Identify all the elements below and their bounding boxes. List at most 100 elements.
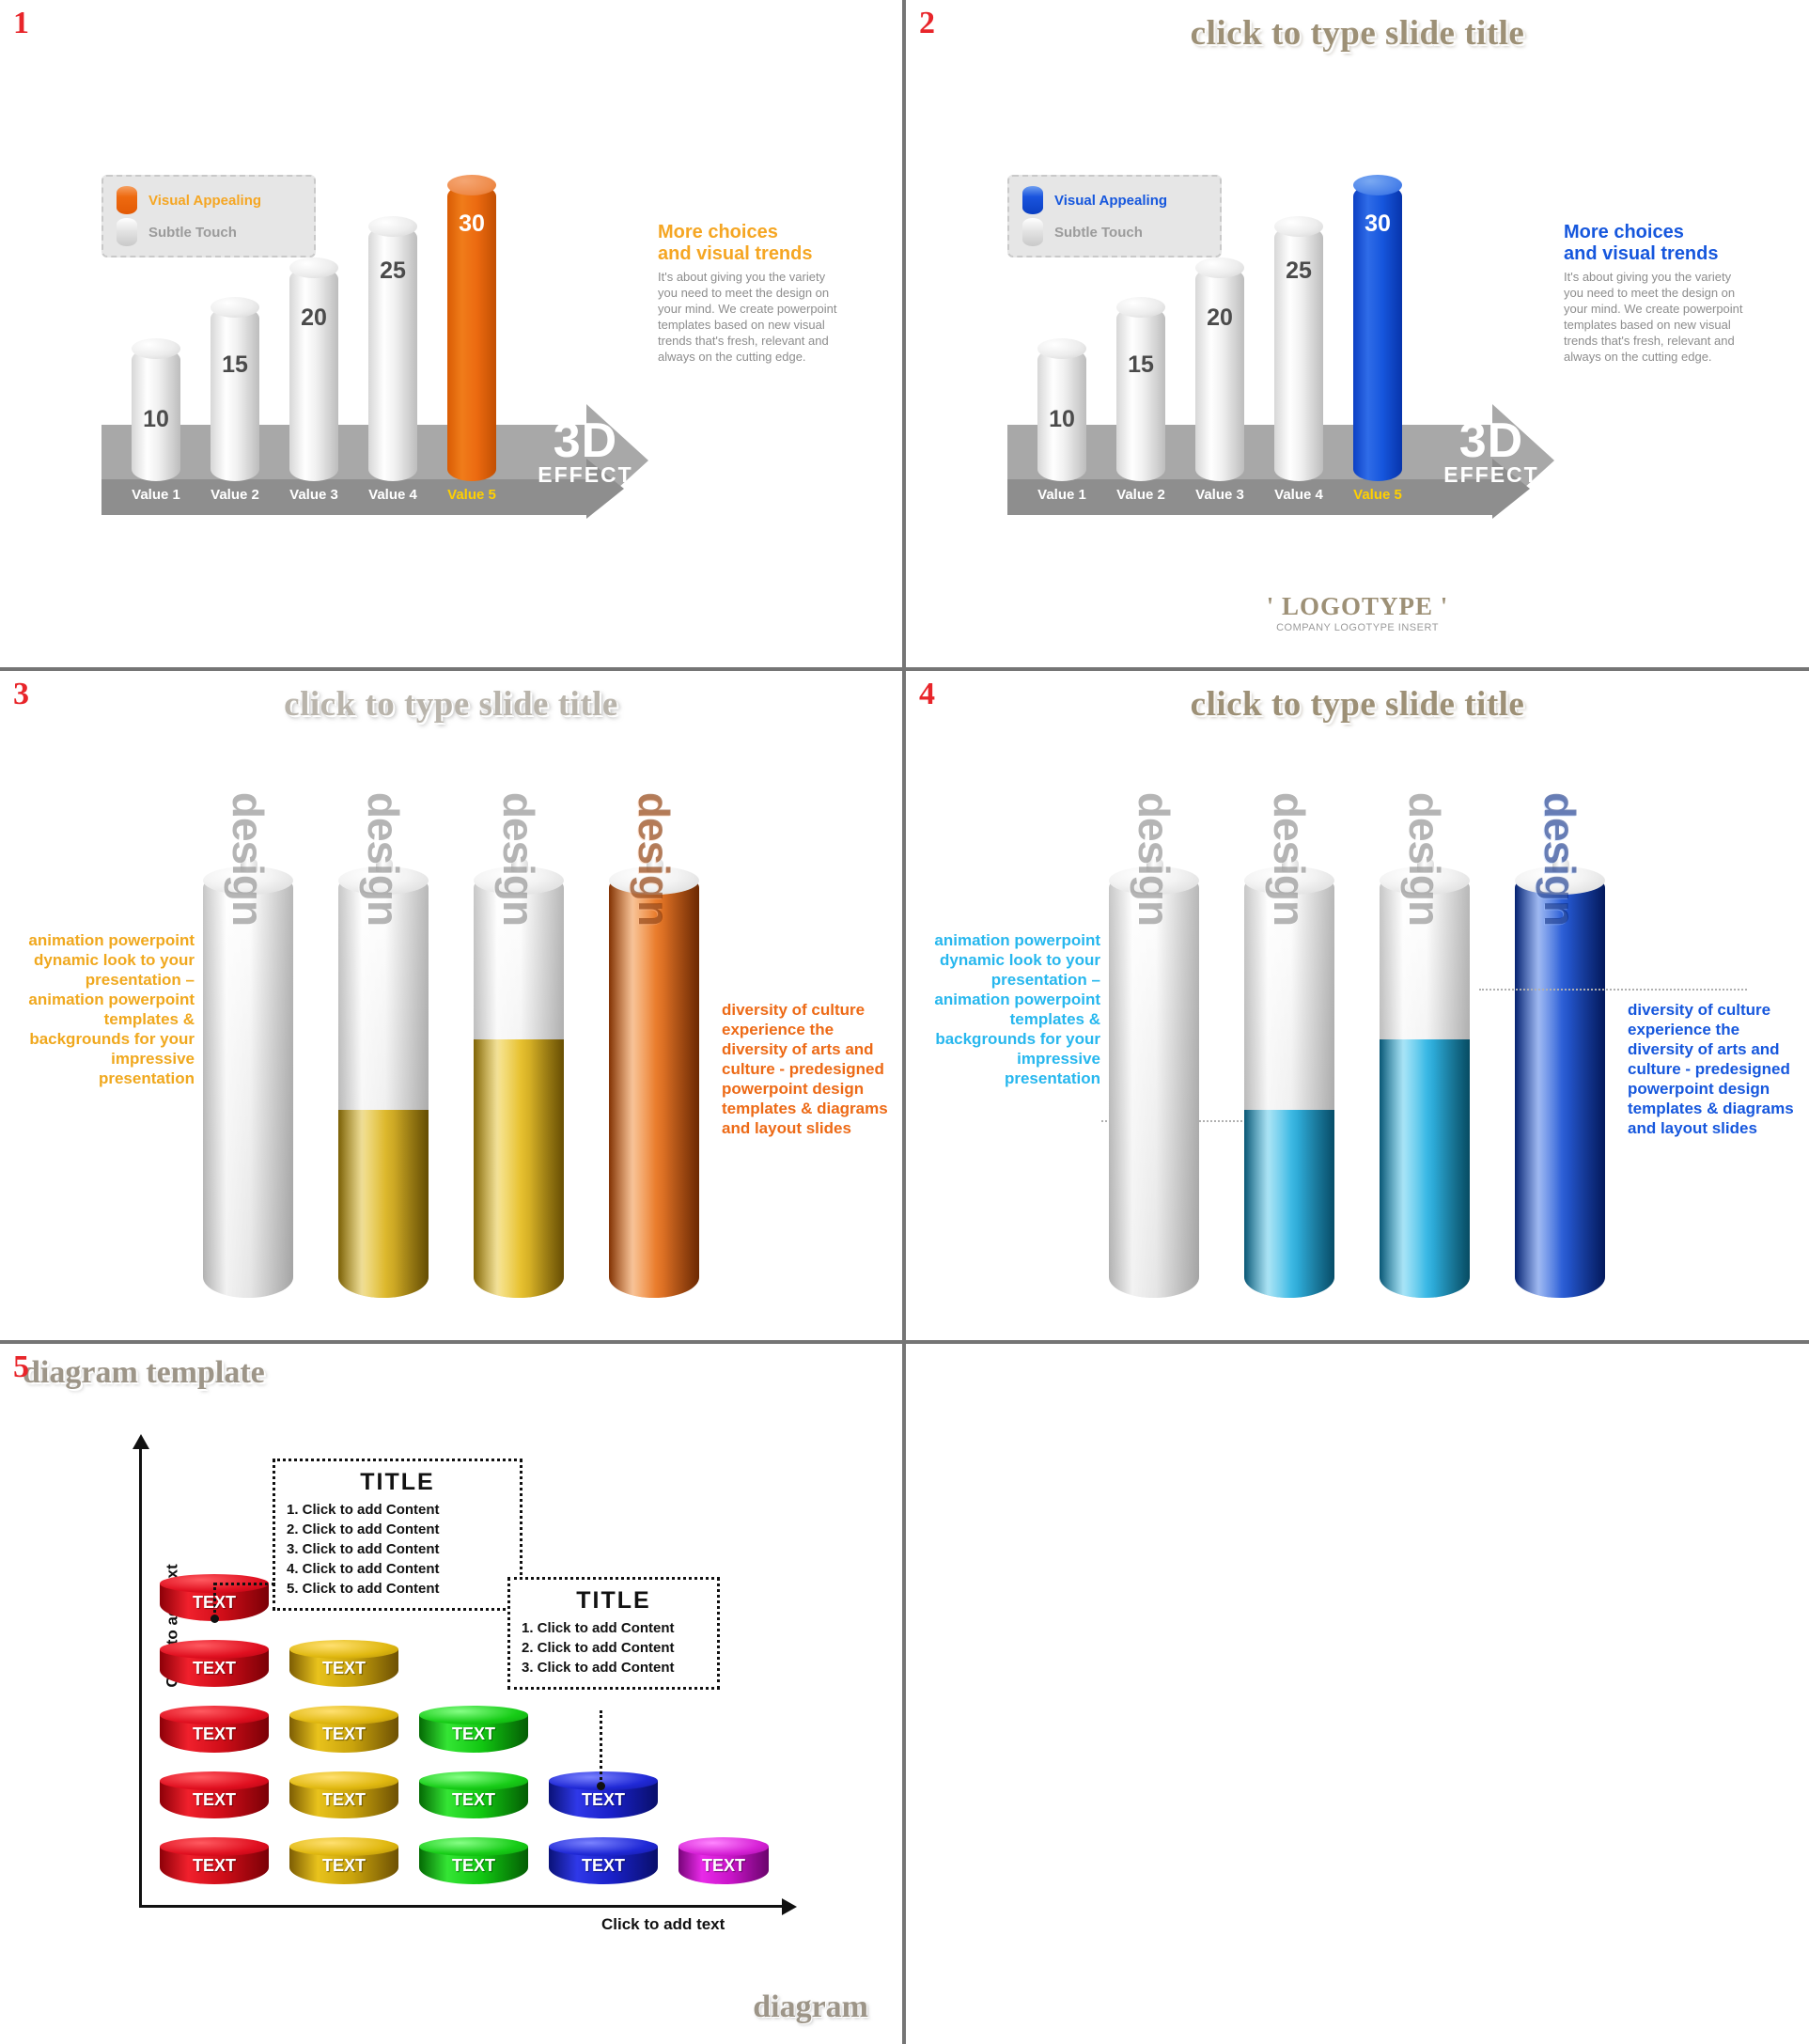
footer-word: diagram	[753, 1989, 868, 2024]
bar-value-2[interactable]: 15	[211, 297, 259, 481]
callout-item: 2. Click to add Content	[287, 1521, 440, 1537]
disc[interactable]: TEXT	[549, 1837, 658, 1892]
slide-grid: 讲师 讲师 讲师 讲师 讲师 讲师 讲师 讲师 1 Visual Appeali…	[0, 0, 1809, 2044]
y-axis-arrow-icon	[133, 1434, 149, 1449]
disc[interactable]: TEXT	[419, 1771, 528, 1826]
battery-body	[338, 881, 429, 1298]
disc[interactable]: TEXT	[419, 1706, 528, 1760]
disc-label: TEXT	[451, 1856, 495, 1875]
battery-label: design	[1536, 791, 1584, 927]
disc-top	[289, 1771, 398, 1790]
disc[interactable]: TEXT	[160, 1837, 269, 1892]
disc[interactable]: TEXT	[289, 1640, 398, 1694]
legend-row-appealing: Visual Appealing	[1022, 184, 1207, 216]
disc[interactable]: TEXT	[549, 1771, 658, 1826]
disc[interactable]: TEXT	[289, 1706, 398, 1760]
battery-sheen	[1380, 881, 1470, 1298]
callout-box-2[interactable]: TITLE 1. Click to add Content 2. Click t…	[507, 1577, 720, 1690]
disc[interactable]: TEXT	[160, 1640, 269, 1694]
page-title[interactable]: click to type slide title	[906, 13, 1809, 54]
battery-body	[1109, 881, 1199, 1298]
disc-top	[419, 1771, 528, 1790]
disc[interactable]: TEXT	[160, 1706, 269, 1760]
page-title[interactable]: click to type slide title	[0, 684, 902, 725]
leader-line-right	[1479, 989, 1747, 991]
right-copy: diversity of culture experience the dive…	[722, 1001, 888, 1137]
disc-label: TEXT	[451, 1724, 495, 1743]
bar-value-2[interactable]: 15	[1116, 297, 1165, 481]
bar-value-label: 30	[459, 211, 485, 237]
bar-value-4[interactable]: 25	[1274, 216, 1323, 481]
callout-box-1[interactable]: TITLE 1. Click to add Content 2. Click t…	[273, 1459, 522, 1611]
disc-top	[289, 1706, 398, 1724]
bar-value-label: 20	[1207, 304, 1233, 331]
bar-value-1[interactable]: 10	[132, 338, 180, 481]
bar-cap	[1116, 297, 1165, 318]
bar-value-4[interactable]: 25	[368, 216, 417, 481]
slide-panel-5[interactable]: 5 diagram template Click to add text Cli…	[0, 1344, 902, 2044]
panel-number: 2	[919, 6, 935, 40]
side-heading-line2: and visual trends	[658, 243, 813, 264]
callout-item: 5. Click to add Content	[287, 1581, 440, 1597]
battery-label: design	[494, 791, 543, 927]
battery-sheen	[1109, 881, 1199, 1298]
slide-panel-4[interactable]: 4 click to type slide title animation po…	[906, 671, 1809, 1340]
disc-label: TEXT	[581, 1790, 625, 1809]
side-copy-2: More choices and visual trends It's abou…	[1564, 222, 1752, 365]
disc[interactable]: TEXT	[678, 1837, 769, 1892]
arrow-big-text: 3D	[1458, 413, 1524, 468]
bar-value-label: 10	[143, 406, 169, 432]
battery-label: design	[224, 791, 273, 927]
bar-cap	[1195, 257, 1244, 278]
disc-top	[289, 1837, 398, 1856]
bar-value-5[interactable]: 30	[447, 175, 496, 481]
bar-value-5[interactable]: 30	[1353, 175, 1402, 481]
bar-cap	[132, 338, 180, 359]
disc[interactable]: TEXT	[289, 1837, 398, 1892]
disc-label: TEXT	[192, 1856, 236, 1875]
disc-label: TEXT	[581, 1856, 625, 1875]
side-heading-line1: More choices	[1564, 222, 1684, 242]
bar-value-3[interactable]: 20	[289, 257, 338, 481]
battery-sheen	[203, 881, 293, 1298]
arrow-small-text: EFFECT	[1443, 462, 1539, 487]
legend-label-appealing: Visual Appealing	[1054, 192, 1168, 209]
divider-horizontal-2	[0, 1340, 1809, 1344]
bar-value-label: 15	[1128, 351, 1154, 378]
disc-top	[678, 1837, 769, 1856]
disc[interactable]: TEXT	[419, 1837, 528, 1892]
side-body-text: It's about giving you the variety you ne…	[658, 270, 837, 364]
callout-anchor-dot-1	[211, 1615, 219, 1623]
3d-effect-arrow-label: 3D EFFECT	[515, 416, 656, 488]
x-axis-arrow-icon	[782, 1898, 797, 1915]
bar-value-3[interactable]: 20	[1195, 257, 1244, 481]
battery-label: design	[630, 791, 678, 927]
battery-sheen	[609, 881, 699, 1298]
page-title[interactable]: click to type slide title	[906, 684, 1809, 725]
side-copy-1: More choices and visual trends It's abou…	[658, 222, 846, 365]
slide-panel-1[interactable]: 1 Visual Appealing Subtle Touch 10 15 20…	[0, 0, 902, 667]
axis-label-5: Value 5	[447, 487, 496, 503]
axis-label-5: Value 5	[1353, 487, 1402, 503]
disc-label: TEXT	[701, 1856, 745, 1875]
side-heading-line1: More choices	[658, 222, 778, 242]
slide-panel-2[interactable]: 2 click to type slide title Visual Appea…	[906, 0, 1809, 667]
callout-leader-2-v	[600, 1710, 602, 1786]
disc-label: TEXT	[321, 1856, 366, 1875]
bar-value-label: 25	[380, 257, 406, 284]
battery-body	[474, 881, 564, 1298]
slide-panel-3[interactable]: 3 click to type slide title animation po…	[0, 671, 902, 1340]
disc-top	[160, 1837, 269, 1856]
arrow-small-text: EFFECT	[538, 462, 633, 487]
battery-body	[1515, 881, 1605, 1298]
disc-label: TEXT	[192, 1593, 236, 1612]
disc-label: TEXT	[321, 1790, 366, 1809]
callout-item: 3. Click to add Content	[522, 1660, 675, 1676]
bar-value-1[interactable]: 10	[1037, 338, 1086, 481]
disc[interactable]: TEXT	[160, 1771, 269, 1826]
bar-chart-1: 10 15 20 25 30 Value 1 Value 2 Value 3 V…	[101, 175, 750, 519]
disc[interactable]: TEXT	[289, 1771, 398, 1826]
disc-label: TEXT	[192, 1659, 236, 1677]
page-title[interactable]: diagram template	[23, 1355, 265, 1391]
x-axis-label: Click to add text	[601, 1915, 725, 1933]
